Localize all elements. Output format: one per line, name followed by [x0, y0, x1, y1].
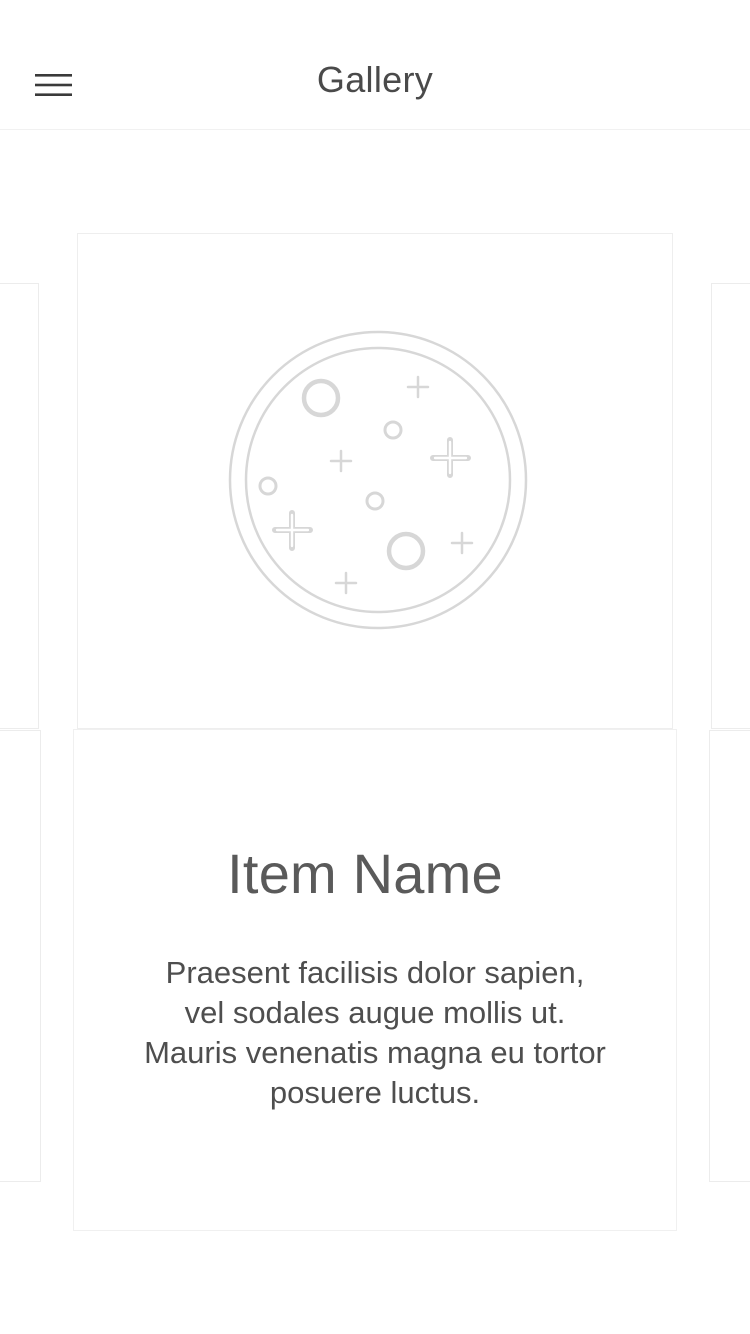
gallery-carousel[interactable]: Item Name Praesent facilisis dolor sapie…	[0, 130, 750, 1334]
status-bar	[0, 0, 750, 40]
card-body: Item Name Praesent facilisis dolor sapie…	[73, 729, 677, 1231]
nav-bar: Gallery	[0, 40, 750, 130]
previous-card-body[interactable]	[0, 730, 41, 1182]
item-description: Praesent facilisis dolor sapien, vel sod…	[144, 955, 606, 1110]
next-card-body[interactable]	[709, 730, 750, 1182]
card-image	[77, 233, 673, 729]
page-title: Gallery	[316, 59, 434, 100]
next-card-image[interactable]	[711, 283, 750, 729]
previous-card-image[interactable]	[0, 283, 39, 729]
item-name: Item Name	[227, 842, 503, 906]
gallery-card[interactable]: Item Name Praesent facilisis dolor sapie…	[73, 231, 677, 1231]
placeholder-moon-icon	[228, 330, 528, 630]
